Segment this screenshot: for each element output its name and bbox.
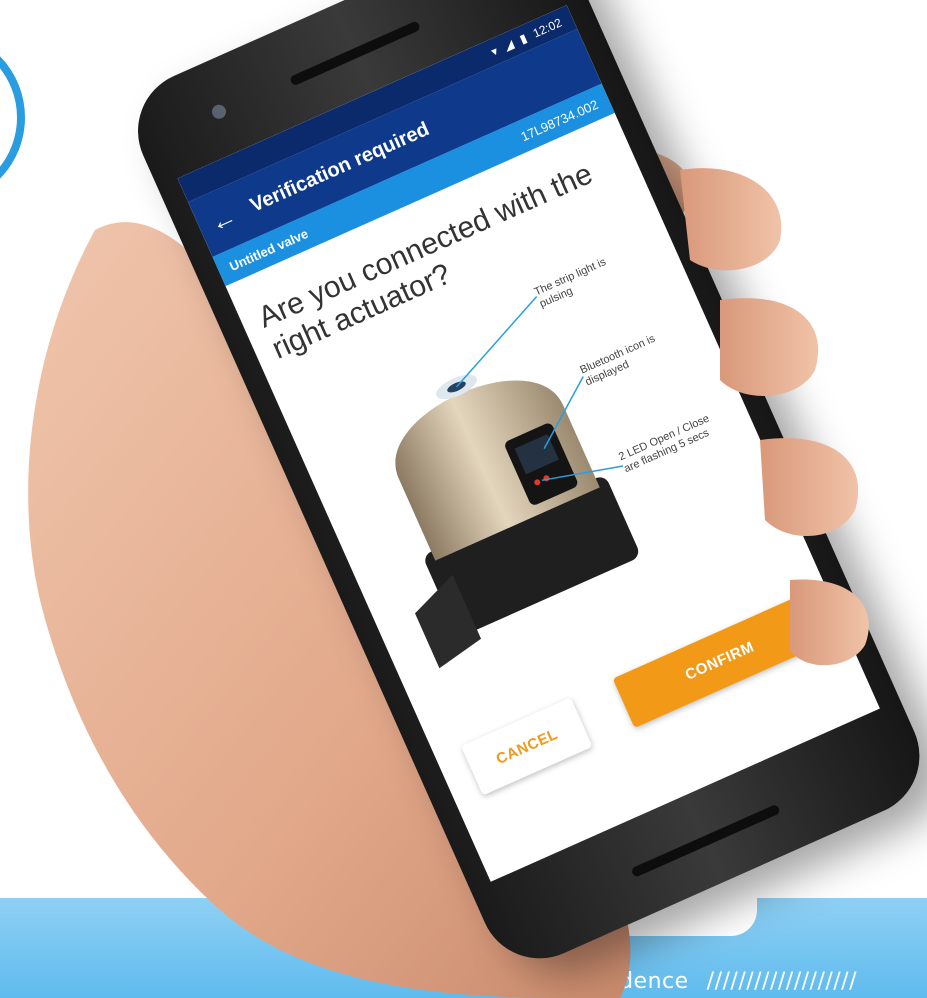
confirm-button[interactable]: CONFIRM <box>612 593 827 728</box>
back-arrow-icon[interactable]: ← <box>205 200 241 238</box>
signal-icon: ◢ <box>501 36 516 54</box>
wifi-icon: ▾ <box>488 43 501 60</box>
battery-icon: ▮ <box>517 30 530 47</box>
cancel-button[interactable]: CANCEL <box>461 697 593 796</box>
scene: ...idence/////////////////// ▾ ◢ ▮ 12:02 <box>0 0 927 998</box>
